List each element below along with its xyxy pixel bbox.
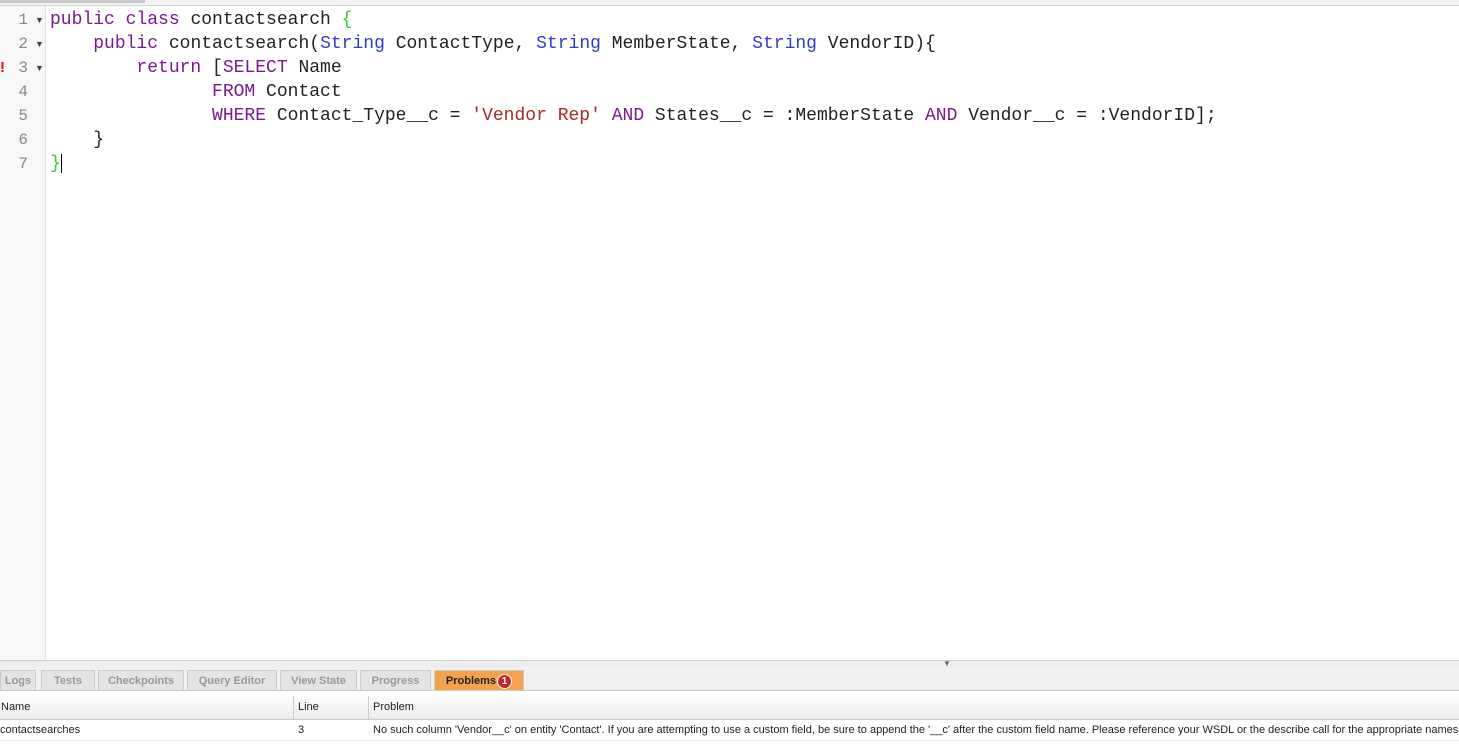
tab-problems-label: Problems <box>445 675 497 687</box>
code-line: FROM Contact <box>50 80 342 104</box>
tab-tests[interactable]: Tests <box>41 670 95 690</box>
code-token: [ <box>201 58 223 78</box>
code-line: } <box>50 152 62 176</box>
tab-problems[interactable]: Problems 1 <box>434 670 524 690</box>
code-token: AND <box>924 106 958 126</box>
code-token: { <box>341 10 353 30</box>
code-line: WHERE Contact_Type__c = 'Vendor Rep' AND… <box>50 104 1217 128</box>
editor-tab[interactable] <box>0 0 145 3</box>
code-token: ContactType, <box>384 34 537 54</box>
line-number: 2 <box>18 35 28 53</box>
line-number: 1 <box>18 11 28 29</box>
code-token: MemberState, <box>600 34 753 54</box>
tab-logs[interactable]: Logs <box>0 670 36 690</box>
line-number: 7 <box>18 155 28 173</box>
code-line: public class contactsearch { <box>50 8 352 32</box>
code-editor[interactable]: public class contactsearch { public cont… <box>46 6 1459 660</box>
tab-view-state[interactable]: View State <box>280 670 357 690</box>
code-token: Name <box>287 58 342 78</box>
table-row[interactable]: contactsearches 3 No such column 'Vendor… <box>0 720 1459 741</box>
code-token: String <box>320 34 385 54</box>
code-token: States__c = :MemberState <box>644 106 925 126</box>
code-token: } <box>50 154 61 174</box>
problems-table-header: Name Line Problem <box>0 696 1459 720</box>
code-token: contactsearch( <box>168 34 321 54</box>
code-token: Contact_Type__c = <box>266 106 472 126</box>
code-token: public <box>93 34 169 54</box>
problem-name: contactsearches <box>0 724 81 736</box>
code-line: return [SELECT Name <box>50 56 342 80</box>
problems-count-badge: 1 <box>497 673 513 689</box>
code-token: contactsearch <box>190 10 342 30</box>
code-token: Contact <box>255 82 342 102</box>
fold-toggle-icon[interactable]: ▼ <box>35 32 44 56</box>
code-token: SELECT <box>222 58 288 78</box>
code-token: VendorID){ <box>816 34 936 54</box>
code-token: FROM <box>212 82 256 102</box>
code-line: } <box>50 128 104 152</box>
problem-message: No such column 'Vendor__c' on entity 'Co… <box>373 724 1459 736</box>
code-token: Vendor__c = :VendorID]; <box>957 106 1217 126</box>
problem-line: 3 <box>298 724 305 736</box>
code-token: AND <box>611 106 645 126</box>
code-token: public class <box>50 10 191 30</box>
bottom-panel-tabs: Logs Tests Checkpoints Query Editor View… <box>0 667 1459 691</box>
text-caret <box>60 153 62 173</box>
code-token: String <box>536 34 601 54</box>
code-line: public contactsearch(String ContactType,… <box>50 32 936 56</box>
column-header-problem[interactable]: Problem <box>368 696 1459 719</box>
error-marker-icon: ! <box>0 59 5 76</box>
line-gutter: 1 ▼ 2 ▼ 3 ▼! 4 5 6 7 <box>0 6 46 660</box>
line-number: 4 <box>18 83 28 101</box>
line-number: 6 <box>18 131 28 149</box>
line-number: 5 <box>18 107 28 125</box>
panel-splitter[interactable]: ▼ <box>0 660 1459 668</box>
column-header-name[interactable]: Name <box>0 696 290 719</box>
tab-checkpoints[interactable]: Checkpoints <box>98 670 184 690</box>
code-token: return <box>136 58 202 78</box>
tab-query-editor[interactable]: Query Editor <box>187 670 277 690</box>
code-token: } <box>50 130 105 150</box>
tab-progress[interactable]: Progress <box>360 670 431 690</box>
code-token: String <box>752 34 817 54</box>
fold-toggle-icon[interactable]: ▼ <box>35 8 44 32</box>
code-token: 'Vendor Rep' <box>471 106 601 126</box>
fold-toggle-icon[interactable]: ▼ <box>35 56 44 80</box>
code-token: WHERE <box>212 106 267 126</box>
column-header-line[interactable]: Line <box>293 696 368 719</box>
